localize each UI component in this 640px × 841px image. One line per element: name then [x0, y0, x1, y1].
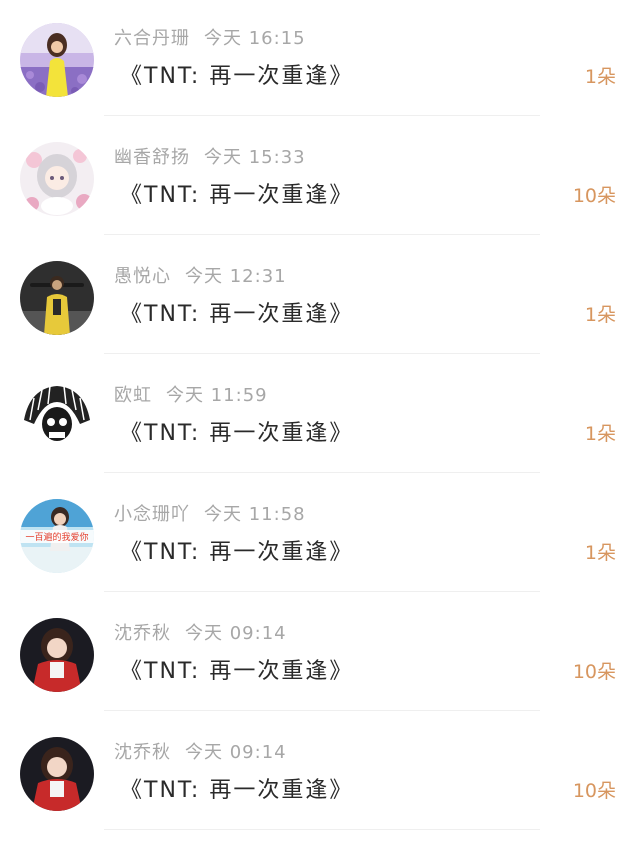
- record-meta: 沈乔秋 今天 09:14: [114, 619, 287, 645]
- girl-beach-avatar[interactable]: 一百遍的我爱你: [20, 499, 94, 573]
- game-soldier-avatar[interactable]: [20, 261, 94, 335]
- divider: [104, 829, 540, 830]
- gift-count: 10朵: [572, 661, 616, 683]
- divider: [104, 710, 540, 711]
- gift-title: 《TNT: 再一次重逢》: [120, 540, 354, 565]
- timestamp: 今天 16:15: [204, 28, 306, 49]
- username[interactable]: 愚悦心: [114, 266, 171, 287]
- gift-record-list: 六合丹珊 今天 16:15 《TNT: 再一次重逢》 1朵 幽香舒扬 今天 15:3…: [0, 0, 640, 841]
- record-meta: 小念珊吖 今天 11:58: [114, 500, 306, 526]
- username[interactable]: 六合丹珊: [114, 28, 190, 49]
- list-item[interactable]: 沈乔秋 今天 09:14 《TNT: 再一次重逢》 10朵: [0, 595, 640, 714]
- list-item[interactable]: 欧虹 今天 11:59 《TNT: 再一次重逢》 1朵: [0, 357, 640, 476]
- username[interactable]: 沈乔秋: [114, 742, 171, 763]
- timestamp: 今天 09:14: [185, 623, 287, 644]
- username[interactable]: 欧虹: [114, 385, 152, 406]
- record-meta: 幽香舒扬 今天 15:33: [114, 143, 306, 169]
- gift-count: 1朵: [584, 66, 616, 88]
- record-meta: 沈乔秋 今天 09:14: [114, 738, 287, 764]
- gift-title: 《TNT: 再一次重逢》: [120, 183, 354, 208]
- timestamp: 今天 11:58: [204, 504, 306, 525]
- gift-count: 1朵: [584, 542, 616, 564]
- list-item[interactable]: 沈乔秋 今天 09:14 《TNT: 再一次重逢》 10朵: [0, 714, 640, 833]
- gift-title: 《TNT: 再一次重逢》: [120, 778, 354, 803]
- anime-girl-flowers-avatar[interactable]: [20, 142, 94, 216]
- gift-title: 《TNT: 再一次重逢》: [120, 421, 354, 446]
- girl-red-jacket-avatar[interactable]: [20, 737, 94, 811]
- list-item[interactable]: 幽香舒扬 今天 15:33 《TNT: 再一次重逢》 10朵: [0, 119, 640, 238]
- timestamp: 今天 11:59: [166, 385, 268, 406]
- list-item[interactable]: 愚悦心 今天 12:31 《TNT: 再一次重逢》 1朵: [0, 238, 640, 357]
- divider: [104, 234, 540, 235]
- girl-red-jacket-avatar[interactable]: [20, 618, 94, 692]
- username[interactable]: 小念珊吖: [114, 504, 190, 525]
- gift-count: 1朵: [584, 304, 616, 326]
- feather-skull-avatar[interactable]: [20, 380, 94, 454]
- record-meta: 六合丹珊 今天 16:15: [114, 24, 306, 50]
- username[interactable]: 幽香舒扬: [114, 147, 190, 168]
- gift-count: 1朵: [584, 423, 616, 445]
- gift-title: 《TNT: 再一次重逢》: [120, 659, 354, 684]
- divider: [104, 115, 540, 116]
- gift-title: 《TNT: 再一次重逢》: [120, 302, 354, 327]
- username[interactable]: 沈乔秋: [114, 623, 171, 644]
- record-meta: 愚悦心 今天 12:31: [114, 262, 287, 288]
- timestamp: 今天 09:14: [185, 742, 287, 763]
- divider: [104, 472, 540, 473]
- divider: [104, 591, 540, 592]
- divider: [104, 353, 540, 354]
- list-item[interactable]: 一百遍的我爱你 小念珊吖 今天 11:58 《TNT: 再一次重逢》 1朵: [0, 476, 640, 595]
- gift-count: 10朵: [572, 780, 616, 802]
- gift-title: 《TNT: 再一次重逢》: [120, 64, 354, 89]
- timestamp: 今天 15:33: [204, 147, 306, 168]
- list-item[interactable]: 六合丹珊 今天 16:15 《TNT: 再一次重逢》 1朵: [0, 0, 640, 119]
- girl-in-flower-field-avatar[interactable]: [20, 23, 94, 97]
- timestamp: 今天 12:31: [185, 266, 287, 287]
- record-meta: 欧虹 今天 11:59: [114, 381, 268, 407]
- gift-count: 10朵: [572, 185, 616, 207]
- avatar-caption: 一百遍的我爱你: [25, 531, 88, 543]
